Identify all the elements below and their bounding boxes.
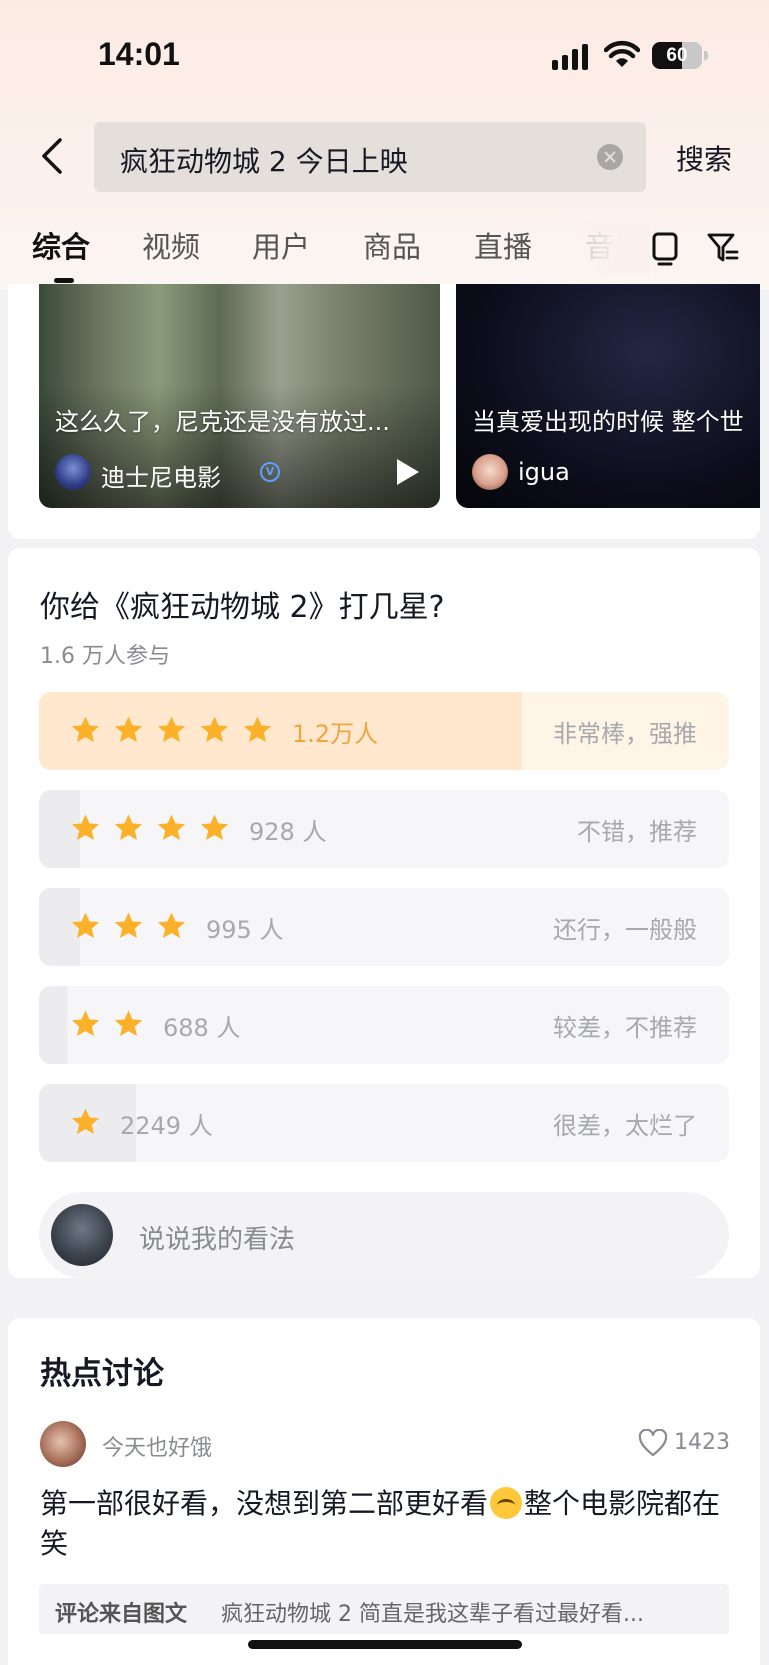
wifi-icon [604, 40, 640, 67]
option-count: 2249 人 [120, 1112, 213, 1140]
star-rating [69, 812, 241, 846]
rating-option-4[interactable]: 928 人 不错，推荐 [39, 790, 729, 868]
tab-comprehensive[interactable]: 综合 [32, 224, 90, 266]
option-share-bar [39, 986, 67, 1064]
poll-title: 你给《疯狂动物城 2》打几星? [40, 590, 445, 625]
star-icon [69, 1008, 102, 1041]
search-tabs: 综合 视频 用户 商品 直播 音乐 [0, 220, 769, 283]
option-description: 还行，一般般 [553, 916, 697, 944]
author-name: 迪士尼电影 [101, 464, 221, 492]
search-query: 疯狂动物城 2 今日上映 [120, 145, 408, 178]
option-description: 较差，不推荐 [553, 1014, 697, 1042]
tab-video[interactable]: 视频 [142, 224, 200, 266]
star-icon [112, 910, 145, 943]
crying-emoji-icon [490, 1487, 523, 1519]
option-description: 非常棒，强推 [553, 720, 697, 748]
star-icon [69, 1106, 102, 1139]
star-rating [69, 1008, 155, 1042]
author-name: igua [518, 458, 570, 486]
rating-poll-card: 你给《疯狂动物城 2》打几星? 1.6 万人参与 1.2万人 非常棒，强推 92… [8, 548, 760, 1278]
star-icon [155, 910, 188, 943]
battery-tip [704, 51, 708, 60]
star-rating [69, 714, 284, 748]
hot-discussion-card: 热点讨论 今天也好饿 1423 第一部很好看，没想到第二部更好看 整个电影院都在笑… [8, 1318, 760, 1665]
comment-username[interactable]: 今天也好饿 [102, 1430, 212, 1462]
tab-live[interactable]: 直播 [474, 224, 532, 266]
status-bar: 14:01 60 [0, 0, 769, 110]
status-time: 14:01 [98, 36, 180, 72]
rating-option-3[interactable]: 995 人 还行，一般般 [39, 888, 729, 966]
video-title: 这么久了，尼克还是没有放过... [55, 408, 390, 436]
home-indicator[interactable] [248, 1640, 522, 1649]
star-icon [69, 812, 102, 845]
star-icon [198, 812, 231, 845]
video-card[interactable]: 这么久了，尼克还是没有放过... 迪士尼电影 V [39, 284, 440, 508]
search-input[interactable]: 疯狂动物城 2 今日上映 [94, 122, 646, 192]
option-count: 688 人 [163, 1014, 241, 1042]
clear-icon[interactable] [597, 144, 623, 170]
option-count: 1.2万人 [292, 720, 379, 748]
opinion-placeholder: 说说我的看法 [139, 1225, 296, 1255]
like-count: 1423 [674, 1430, 730, 1455]
source-label: 评论来自图文 [55, 1602, 188, 1627]
option-description: 不错，推荐 [577, 818, 697, 846]
star-rating [69, 1106, 112, 1140]
play-icon[interactable] [397, 459, 419, 485]
option-description: 很差，太烂了 [553, 1112, 697, 1140]
heart-icon[interactable] [638, 1429, 668, 1457]
poll-participants: 1.6 万人参与 [40, 644, 170, 669]
opinion-input[interactable]: 说说我的看法 [39, 1192, 729, 1278]
comment-text-part: 第一部很好看，没想到第二部更好看 [40, 1487, 489, 1520]
back-arrow-icon[interactable] [38, 136, 68, 176]
star-rating [69, 910, 198, 944]
tab-fade [560, 220, 650, 276]
star-icon [112, 1008, 145, 1041]
star-icon [155, 714, 188, 747]
verified-icon: V [260, 462, 280, 482]
avatar[interactable] [40, 1421, 86, 1467]
option-count: 995 人 [206, 916, 284, 944]
video-title: 当真爱出现的时候 整个世 [472, 408, 744, 436]
active-tab-indicator [54, 278, 74, 283]
avatar [55, 454, 91, 490]
star-icon [155, 812, 188, 845]
cellular-signal-icon [552, 44, 588, 70]
star-icon [112, 812, 145, 845]
tab-goods[interactable]: 商品 [363, 224, 421, 266]
rating-option-2[interactable]: 688 人 较差，不推荐 [39, 986, 729, 1064]
battery-percent: 60 [666, 45, 688, 66]
comment-text[interactable]: 第一部很好看，没想到第二部更好看 整个电影院都在笑 [40, 1484, 730, 1564]
rating-option-1[interactable]: 2249 人 很差，太烂了 [39, 1084, 729, 1162]
source-title: 疯狂动物城 2 简直是我这辈子看过最好看... [221, 1602, 644, 1627]
star-icon [198, 714, 231, 747]
star-icon [69, 714, 102, 747]
star-icon [241, 714, 274, 747]
star-icon [112, 714, 145, 747]
video-carousel: 这么久了，尼克还是没有放过... 迪士尼电影 V 当真爱出现的时候 整个世 ig… [8, 284, 760, 539]
tab-user[interactable]: 用户 [252, 224, 310, 266]
comment-source-link[interactable]: 评论来自图文 疯狂动物城 2 简直是我这辈子看过最好看... [39, 1584, 729, 1634]
search-button[interactable]: 搜索 [676, 138, 732, 178]
tv-icon[interactable] [651, 230, 679, 266]
avatar [472, 454, 508, 490]
video-card[interactable]: 当真爱出现的时候 整个世 igua [456, 284, 760, 508]
section-title: 热点讨论 [40, 1356, 164, 1392]
option-count: 928 人 [249, 818, 327, 846]
rating-option-5[interactable]: 1.2万人 非常棒，强推 [39, 692, 729, 770]
avatar [51, 1204, 113, 1266]
star-icon [69, 910, 102, 943]
filter-icon[interactable] [706, 230, 740, 264]
search-row: 疯狂动物城 2 今日上映 搜索 [0, 118, 769, 194]
battery-icon: 60 [652, 42, 702, 69]
